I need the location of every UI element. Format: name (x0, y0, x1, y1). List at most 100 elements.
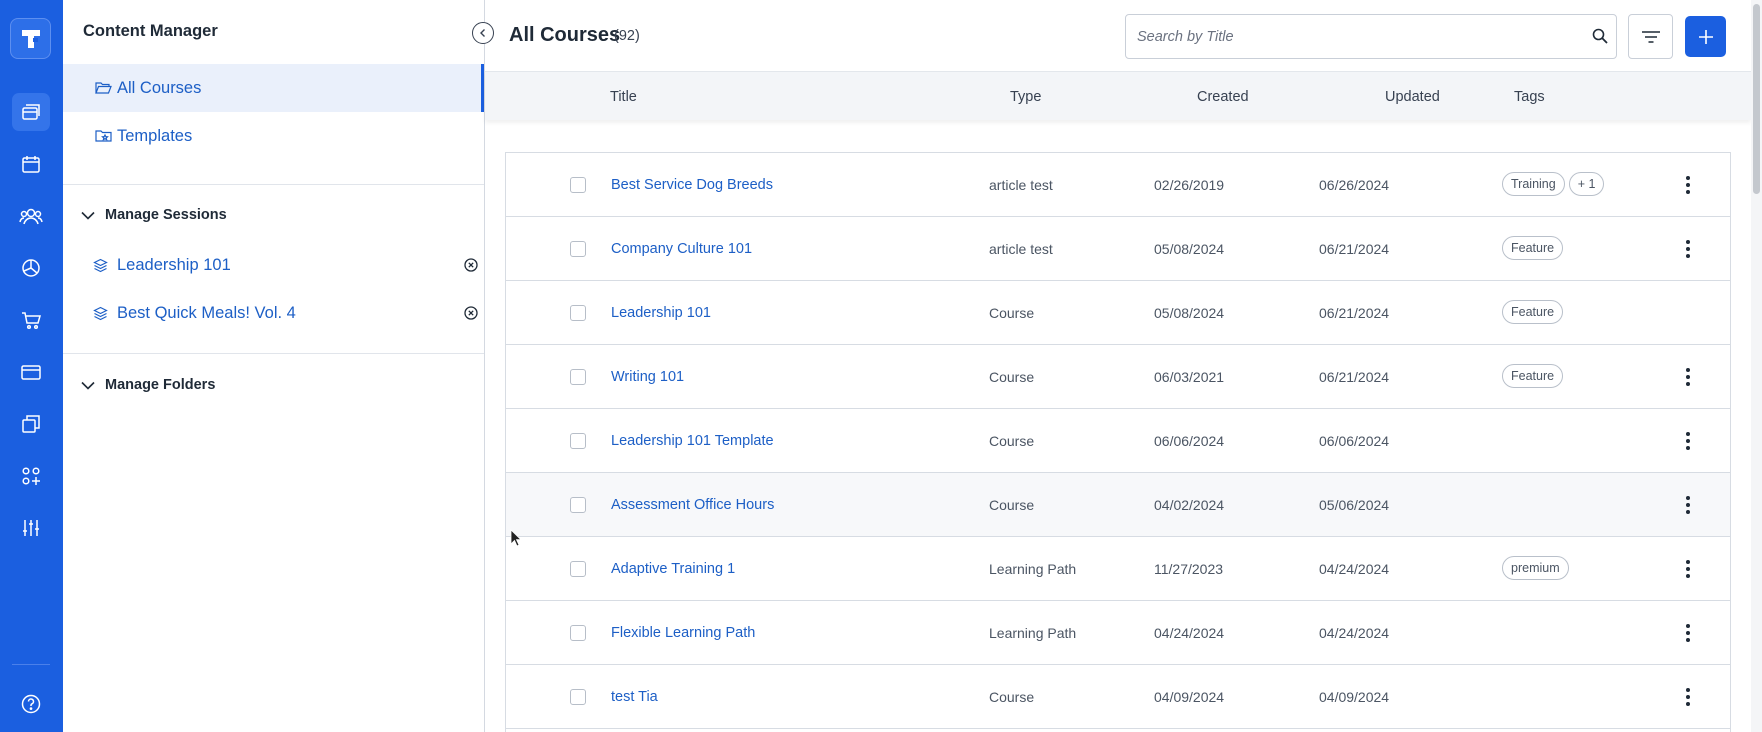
sidebar-divider (63, 353, 484, 354)
course-title-link[interactable]: Assessment Office Hours (611, 497, 774, 513)
tag-badge: premium (1502, 556, 1569, 580)
updated-date: 06/21/2024 (1319, 241, 1390, 257)
table-row[interactable]: Flexible Learning Path Learning Path 04/24… (506, 601, 1730, 665)
plus-icon (1698, 29, 1713, 44)
row-actions-kebab-icon[interactable] (1683, 685, 1693, 709)
row-actions-kebab-icon[interactable] (1683, 365, 1693, 389)
table-row[interactable]: Best Service Dog Breeds article test 02/26… (506, 153, 1730, 217)
filter-button[interactable] (1628, 14, 1673, 59)
course-count: (92) (614, 28, 640, 44)
course-title-link[interactable]: Writing 101 (611, 369, 684, 385)
row-checkbox[interactable] (570, 561, 586, 577)
row-actions-kebab-icon[interactable] (1683, 621, 1693, 645)
chevron-down-icon (81, 381, 95, 390)
sidebar-item-label: All Courses (117, 78, 202, 97)
sidebar-item-templates[interactable]: Templates (63, 112, 484, 160)
remove-session-icon[interactable] (464, 306, 478, 320)
row-actions-kebab-icon[interactable] (1683, 557, 1693, 581)
row-actions-kebab-icon[interactable] (1683, 493, 1693, 517)
remove-session-icon[interactable] (464, 258, 478, 272)
row-checkbox[interactable] (570, 433, 586, 449)
updated-date: 04/09/2024 (1319, 689, 1390, 705)
course-title-link[interactable]: Adaptive Training 1 (611, 561, 735, 577)
course-title-link[interactable]: Leadership 101 Template (611, 433, 774, 449)
session-item[interactable]: Leadership 101 (93, 250, 483, 280)
table-row[interactable]: Assessment Office Hours Course 04/02/2024 0… (506, 473, 1730, 537)
tag-list: Feature (1502, 364, 1567, 388)
reports-icon[interactable] (12, 249, 50, 287)
logo-icon[interactable] (10, 18, 51, 59)
courses-main: All Courses (92) Title Type Created Upda… (485, 0, 1762, 732)
course-title-link[interactable]: Leadership 101 (611, 305, 711, 321)
column-header-title[interactable]: Title (610, 89, 637, 105)
table-row[interactable]: Company Culture 101 article test 05/08/202… (506, 217, 1730, 281)
course-title-link[interactable]: test Tia (611, 689, 658, 705)
calendar-icon[interactable] (12, 145, 50, 183)
table-row[interactable]: Writing 101 Course 06/03/2021 06/21/2024 Fea… (506, 345, 1730, 409)
column-header-type[interactable]: Type (1010, 89, 1041, 105)
tag-badge: Feature (1502, 300, 1564, 324)
session-item[interactable]: Best Quick Meals! Vol. 4 (93, 298, 483, 328)
tag-list: Feature (1502, 300, 1567, 324)
course-title-link[interactable]: Flexible Learning Path (611, 625, 755, 641)
layers-icon (93, 306, 109, 321)
apps-icon[interactable] (12, 457, 50, 495)
row-actions-kebab-icon[interactable] (1683, 237, 1693, 261)
row-checkbox[interactable] (570, 305, 586, 321)
row-checkbox[interactable] (570, 241, 586, 257)
filter-icon (1641, 30, 1660, 43)
row-actions-kebab-icon[interactable] (1683, 173, 1693, 197)
page-title: All Courses (509, 24, 621, 46)
folder-open-icon (95, 80, 113, 96)
row-checkbox[interactable] (570, 177, 586, 193)
sidebar-divider (63, 184, 484, 185)
courses-icon[interactable] (12, 93, 50, 131)
session-label: Leadership 101 (117, 255, 231, 274)
search-icon[interactable] (1592, 28, 1608, 44)
table-row[interactable]: Adaptive Training 1 Learning Path 11/27/20… (506, 537, 1730, 601)
tag-badge: Feature (1502, 364, 1564, 388)
column-header-created[interactable]: Created (1197, 89, 1249, 105)
tag-list: Training + 1 (1502, 172, 1608, 196)
sliders-icon[interactable] (12, 509, 50, 547)
created-date: 04/09/2024 (1154, 689, 1225, 705)
search-input[interactable] (1137, 25, 1567, 49)
scrollbar-thumb[interactable] (1753, 4, 1760, 194)
add-course-button[interactable] (1685, 16, 1726, 57)
more-tags-badge[interactable]: + 1 (1568, 172, 1605, 196)
vertical-scrollbar[interactable] (1751, 0, 1762, 732)
card-icon[interactable] (12, 353, 50, 391)
course-type: Course (989, 369, 1035, 385)
course-type: article test (989, 177, 1053, 193)
created-date: 06/03/2021 (1154, 369, 1225, 385)
tag-list: Feature (1502, 236, 1567, 260)
copy-icon[interactable] (12, 405, 50, 443)
table-row[interactable]: Leadership 101 Template Course 06/06/2024 0… (506, 409, 1730, 473)
created-date: 05/08/2024 (1154, 241, 1225, 257)
table-row[interactable]: Leadership 101 Course 05/08/2024 06/21/2024… (506, 281, 1730, 345)
column-header-tags[interactable]: Tags (1514, 89, 1545, 105)
manage-folders-toggle[interactable]: Manage Folders (81, 377, 215, 393)
cart-icon[interactable] (12, 301, 50, 339)
sidebar-title: Content Manager (83, 22, 218, 40)
manage-sessions-heading: Manage Sessions (105, 207, 227, 223)
sidebar-item-label: Templates (117, 126, 193, 145)
row-checkbox[interactable] (570, 689, 586, 705)
course-type: Course (989, 497, 1035, 513)
folder-star-icon (95, 128, 113, 144)
row-actions-kebab-icon[interactable] (1683, 429, 1693, 453)
users-icon[interactable] (12, 197, 50, 235)
manage-sessions-toggle[interactable]: Manage Sessions (81, 207, 227, 223)
rail-divider (12, 664, 50, 665)
row-checkbox[interactable] (570, 625, 586, 641)
course-title-link[interactable]: Best Service Dog Breeds (611, 177, 773, 193)
row-checkbox[interactable] (570, 497, 586, 513)
table-row[interactable]: test Tia Course 04/09/2024 04/09/2024 (506, 665, 1730, 729)
sidebar-item-all-courses[interactable]: All Courses (63, 64, 484, 112)
column-header-updated[interactable]: Updated (1385, 89, 1440, 105)
icon-rail (0, 0, 63, 732)
created-date: 04/02/2024 (1154, 497, 1225, 513)
course-title-link[interactable]: Company Culture 101 (611, 241, 752, 257)
help-icon[interactable] (12, 685, 50, 723)
row-checkbox[interactable] (570, 369, 586, 385)
